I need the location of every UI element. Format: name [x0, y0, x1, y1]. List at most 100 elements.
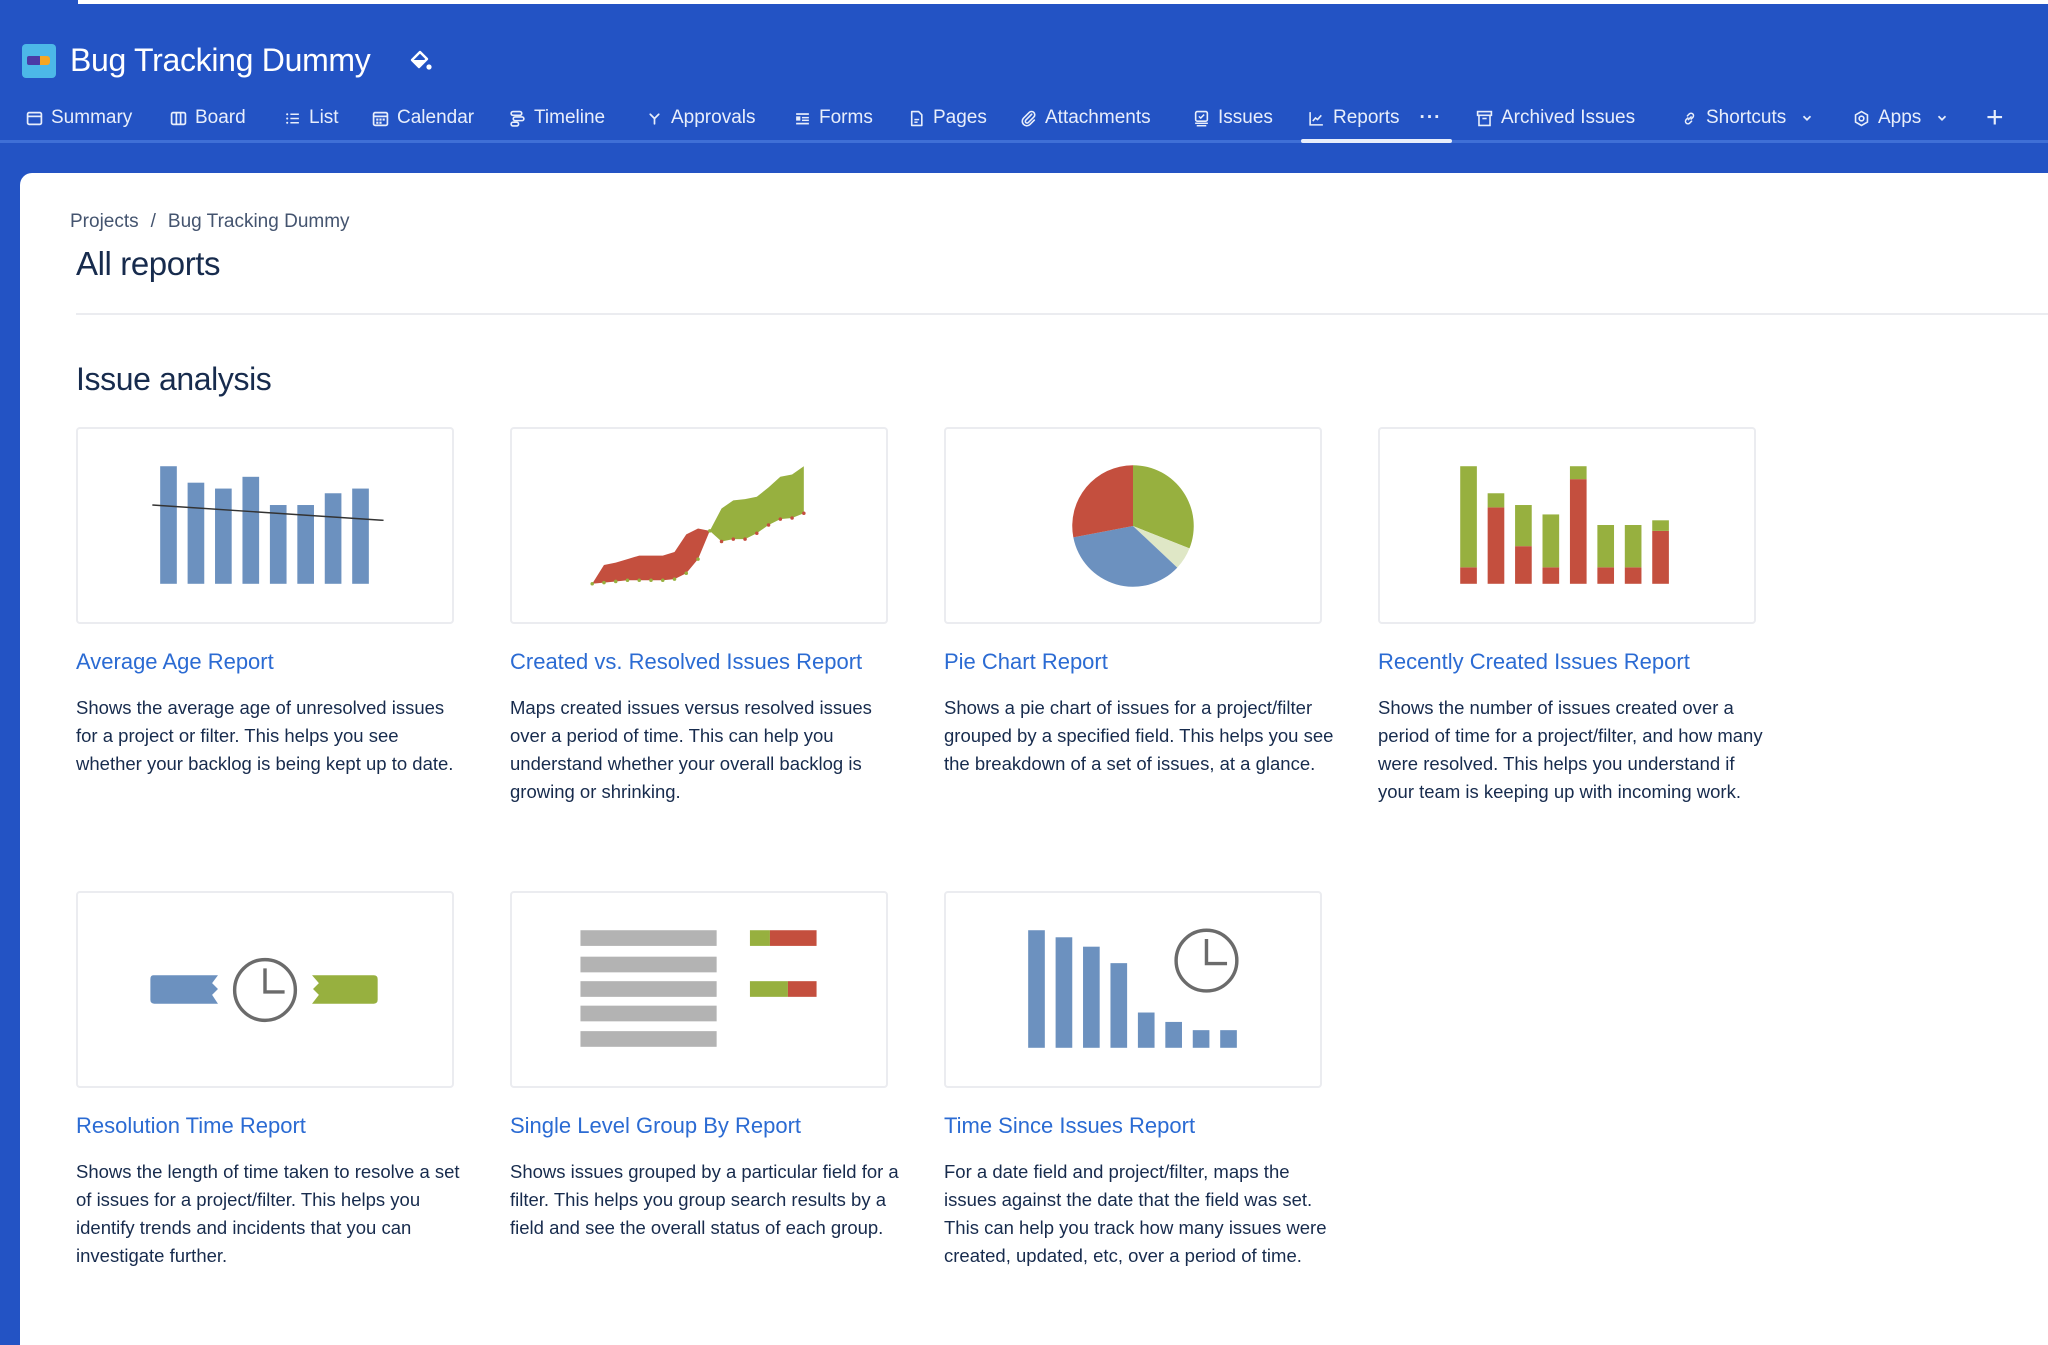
tab-calendar[interactable]: Calendar: [372, 100, 474, 136]
tab-approvals[interactable]: Approvals: [646, 100, 756, 136]
tab-forms[interactable]: Forms: [794, 100, 873, 136]
data-point: [719, 539, 724, 544]
end-ticket-shape: [312, 975, 378, 1004]
pages-icon: [910, 110, 923, 126]
tab-timeline-label: Timeline: [534, 107, 606, 128]
project-title[interactable]: Bug Tracking Dummy: [70, 42, 371, 79]
resolved-bar-segment: [1569, 479, 1587, 584]
project-avatar-icon[interactable]: [22, 44, 56, 78]
tab-pages-label: Pages: [933, 107, 987, 128]
resolved-surplus-area: [709, 466, 804, 542]
tab-summary-label: Summary: [51, 107, 133, 128]
group-row-bar: [580, 981, 717, 997]
approvals-icon: [649, 112, 660, 125]
tab-board-label: Board: [195, 107, 246, 128]
tab-list[interactable]: List: [284, 100, 339, 136]
nav-baseline: [0, 140, 2048, 143]
report-thumbnail[interactable]: [76, 891, 454, 1088]
tab-attachments[interactable]: Attachments: [1020, 100, 1151, 136]
tab-calendar-label: Calendar: [397, 107, 475, 128]
report-link[interactable]: Pie Chart Report: [944, 648, 1324, 676]
data-point: [790, 516, 794, 520]
resolution-time-illustration: [150, 957, 378, 1023]
data-point: [755, 531, 759, 536]
group-row-bar: [580, 1005, 717, 1022]
report-thumbnail[interactable]: [944, 427, 1322, 624]
report-link[interactable]: Recently Created Issues Report: [1378, 648, 1758, 676]
page-title: All reports: [76, 245, 221, 282]
report-card-average-age: Average Age Report Shows the average age…: [76, 427, 456, 778]
tab-timeline[interactable]: Timeline: [509, 100, 605, 136]
active-tab-indicator: [1301, 139, 1452, 143]
average-age-bar: [187, 482, 205, 584]
report-card-time-since: Time Since Issues Report For a date fiel…: [944, 891, 1327, 1270]
tab-reports-label: Reports: [1333, 107, 1400, 128]
created-bar-segment: [1624, 525, 1642, 568]
created-vs-resolved-area-chart: [590, 466, 806, 586]
tab-issues[interactable]: Issues: [1193, 100, 1273, 136]
average-age-bar: [324, 493, 342, 584]
report-description: For a date field and project/filter, map…: [944, 1161, 1327, 1266]
issues-icon: [1194, 110, 1209, 126]
report-description: Shows the length of time taken to resolv…: [76, 1161, 460, 1266]
report-description: Maps created issues versus resolved issu…: [510, 697, 872, 802]
project-nav: Summary Board List Calendar Timeline App…: [0, 100, 2048, 143]
breadcrumb-projects[interactable]: Projects: [70, 211, 139, 232]
tab-archived-issues[interactable]: Archived Issues: [1476, 100, 1635, 136]
project-header: Bug Tracking Dummy Summary Board List Ca…: [0, 4, 2048, 173]
report-thumbnail[interactable]: [944, 891, 1322, 1088]
report-thumbnail[interactable]: [76, 427, 454, 624]
created-bar-segment: [1460, 466, 1477, 568]
data-point: [649, 578, 653, 583]
group-by-illustration: [580, 930, 817, 1047]
created-bar-segment: [1597, 525, 1615, 568]
paint-bucket-icon[interactable]: [408, 48, 434, 76]
time-since-bar: [1055, 937, 1073, 1048]
resolved-bar-segment: [1487, 507, 1505, 584]
created-bar-segment: [1487, 493, 1505, 508]
average-age-bar: [352, 488, 369, 584]
start-ticket-shape: [150, 975, 218, 1004]
tab-board[interactable]: Board: [170, 100, 246, 136]
tab-pages[interactable]: Pages: [908, 100, 987, 136]
status-red-segment: [769, 930, 817, 946]
tab-reports[interactable]: Reports ···: [1308, 100, 1442, 136]
created-bar-segment: [1569, 466, 1587, 480]
report-thumbnail[interactable]: [510, 427, 888, 624]
data-point: [613, 579, 618, 584]
report-link[interactable]: Resolution Time Report: [76, 1112, 456, 1140]
report-link[interactable]: Created vs. Resolved Issues Report: [510, 648, 890, 676]
average-age-bar: [160, 466, 177, 584]
report-thumbnail[interactable]: [1378, 427, 1756, 624]
add-tab-button[interactable]: +: [1986, 100, 2004, 136]
data-point: [743, 537, 747, 541]
tab-forms-label: Forms: [819, 107, 873, 128]
tab-list-label: List: [309, 107, 339, 128]
time-since-bar: [1220, 1030, 1237, 1048]
data-point: [660, 578, 665, 583]
breadcrumb: Projects / Bug Tracking Dummy: [70, 211, 350, 233]
status-green-segment: [749, 981, 788, 997]
data-point: [778, 517, 783, 521]
report-link[interactable]: Average Age Report: [76, 648, 456, 676]
more-tabs-button[interactable]: ···: [1420, 107, 1442, 129]
data-point: [672, 577, 677, 581]
main-content: Projects / Bug Tracking Dummy All reports …: [20, 173, 2048, 1345]
report-link[interactable]: Single Level Group By Report: [510, 1112, 890, 1140]
tab-apps[interactable]: Apps: [1853, 100, 1949, 136]
report-card-single-level-group-by: Single Level Group By Report Shows issue…: [510, 891, 899, 1242]
chevron-down-icon: [1803, 115, 1812, 121]
data-point: [802, 511, 806, 516]
section-title: Issue analysis: [76, 361, 272, 397]
tab-shortcuts[interactable]: Shortcuts: [1681, 100, 1814, 136]
report-link[interactable]: Time Since Issues Report: [944, 1112, 1324, 1140]
data-point: [590, 582, 594, 586]
report-thumbnail[interactable]: [510, 891, 888, 1088]
breadcrumb-project[interactable]: Bug Tracking Dummy: [168, 211, 350, 232]
group-row-bar: [580, 1031, 717, 1047]
tab-summary[interactable]: Summary: [26, 100, 132, 136]
reports-icon: [1309, 111, 1323, 126]
resolved-bar-segment: [1652, 530, 1669, 584]
report-card-pie-chart: Pie Chart Report Shows a pie chart of is…: [944, 427, 1333, 778]
header-divider: [76, 313, 2048, 315]
